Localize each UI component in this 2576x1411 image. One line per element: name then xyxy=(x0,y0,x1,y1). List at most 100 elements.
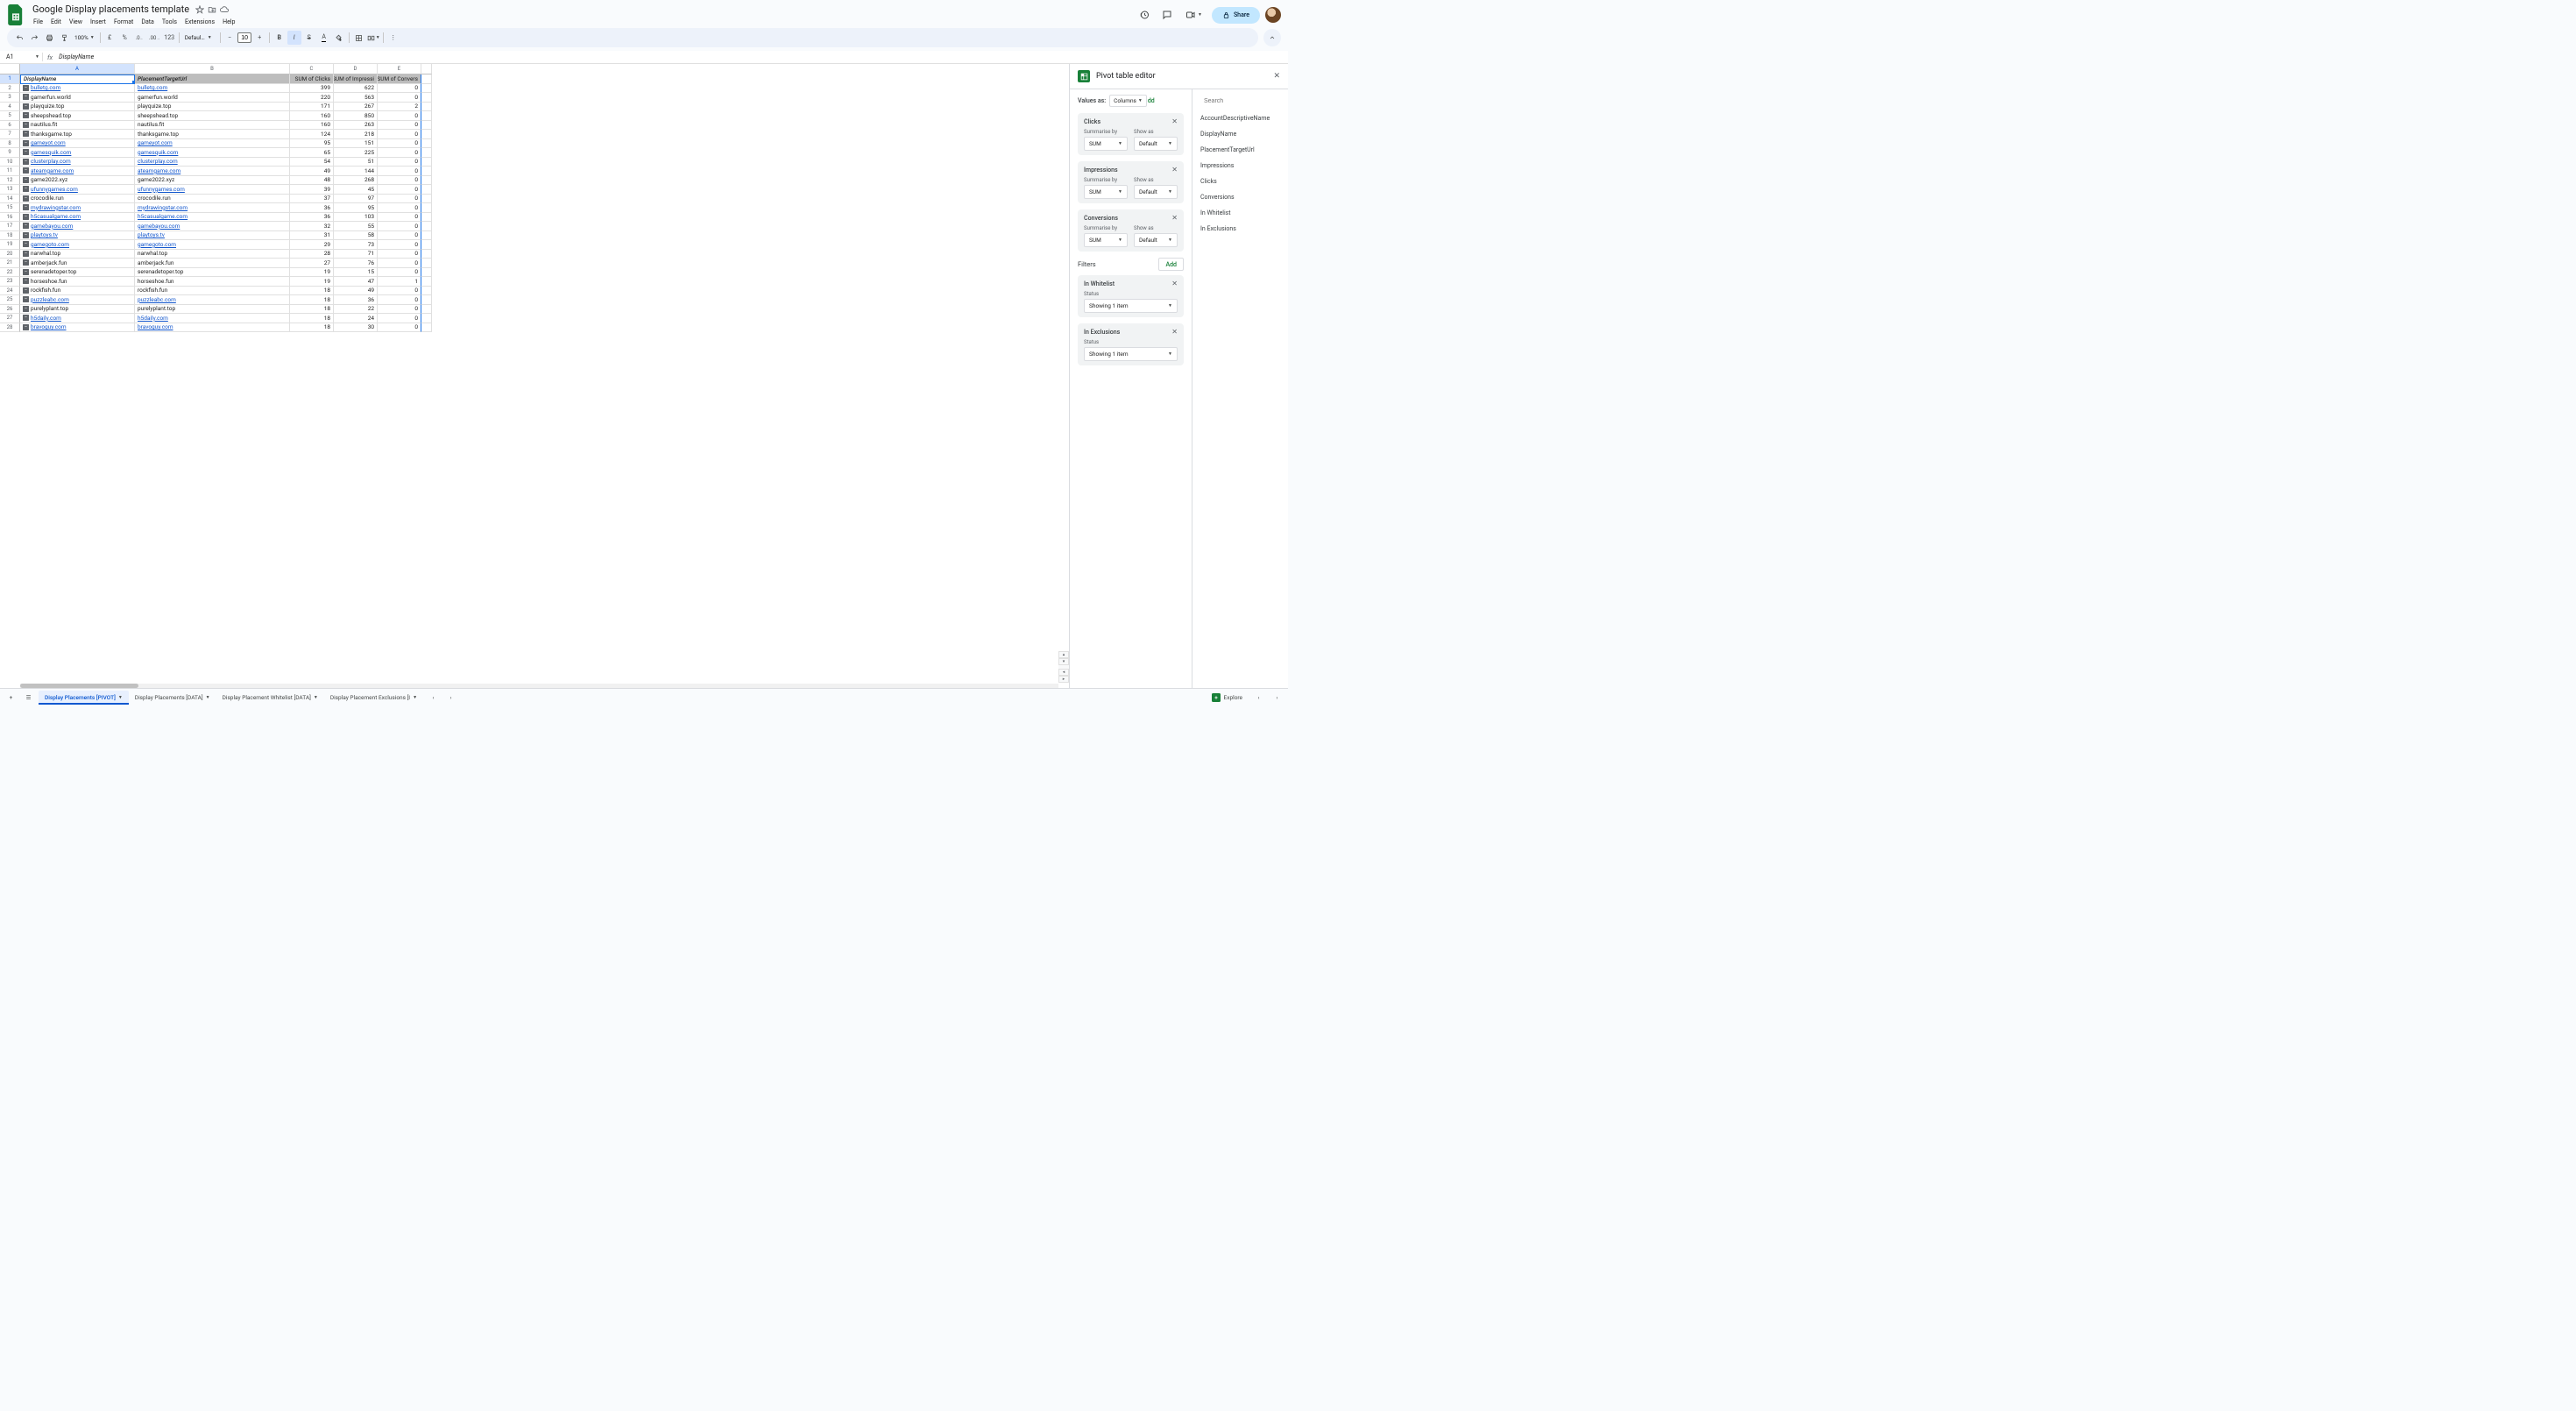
collapse-icon[interactable]: − xyxy=(23,159,29,165)
row-header[interactable]: 6 xyxy=(0,121,20,131)
cloud-icon[interactable] xyxy=(220,5,229,14)
collapse-icon[interactable]: − xyxy=(23,112,29,118)
cell[interactable]: 144 xyxy=(334,167,378,176)
field-item[interactable]: Clicks xyxy=(1199,174,1282,189)
collapse-icon[interactable]: − xyxy=(23,122,29,128)
cell[interactable]: 37 xyxy=(290,195,334,204)
add-values-link[interactable]: dd xyxy=(1148,97,1155,104)
cell[interactable]: −h5daily.com xyxy=(20,314,135,323)
cell[interactable]: narwhal.top xyxy=(135,250,290,259)
row-header[interactable]: 12 xyxy=(0,176,20,186)
grid[interactable]: ABCDE1DisplayNamePlacementTargetUrlSUM o… xyxy=(0,64,1069,688)
row-header[interactable]: 21 xyxy=(0,259,20,268)
cell[interactable]: 622 xyxy=(334,84,378,94)
sheet-tab-menu-icon[interactable]: ▼ xyxy=(314,695,318,700)
decrease-decimal-button[interactable]: .0← xyxy=(132,31,146,45)
menu-tools[interactable]: Tools xyxy=(159,17,180,27)
show-as-select[interactable]: Default▼ xyxy=(1134,137,1178,151)
menu-format[interactable]: Format xyxy=(110,17,137,27)
cell[interactable]: 58 xyxy=(334,231,378,241)
collapse-icon[interactable]: − xyxy=(23,278,29,284)
cell[interactable]: mydrawingstar.com xyxy=(135,203,290,213)
cell[interactable]: −purelyplant.top xyxy=(20,305,135,315)
tabs-scroll-right[interactable]: › xyxy=(443,690,458,705)
cell[interactable]: 0 xyxy=(378,203,421,213)
cell-A1[interactable]: DisplayName xyxy=(20,74,135,84)
print-button[interactable] xyxy=(42,31,56,45)
cell[interactable]: 18 xyxy=(290,295,334,305)
row-header[interactable]: 27 xyxy=(0,314,20,323)
cell[interactable]: −gamesquik.com xyxy=(20,148,135,158)
cell[interactable]: SUM of Impressi xyxy=(334,74,378,84)
cell[interactable]: 36 xyxy=(290,213,334,223)
cell[interactable]: 0 xyxy=(378,185,421,195)
cell[interactable]: 48 xyxy=(290,176,334,186)
remove-chip-icon[interactable]: ✕ xyxy=(1171,166,1178,174)
cell[interactable]: bulletg.com xyxy=(135,84,290,94)
zoom-select[interactable]: 100%▼ xyxy=(72,34,97,41)
sheets-logo[interactable] xyxy=(7,4,25,26)
row-header[interactable]: 17 xyxy=(0,222,20,231)
cell[interactable]: −puzzleabc.com xyxy=(20,295,135,305)
cell[interactable]: 103 xyxy=(334,213,378,223)
row-header[interactable]: 13 xyxy=(0,185,20,195)
cell[interactable]: 97 xyxy=(334,195,378,204)
cell[interactable]: gamebayou.com xyxy=(135,222,290,231)
cell[interactable]: 263 xyxy=(334,121,378,131)
cell[interactable]: 18 xyxy=(290,305,334,315)
percent-button[interactable]: % xyxy=(117,31,131,45)
menu-data[interactable]: Data xyxy=(138,17,158,27)
history-icon[interactable] xyxy=(1136,6,1153,24)
cell[interactable]: 0 xyxy=(378,250,421,259)
sheet-tab-menu-icon[interactable]: ▼ xyxy=(206,695,210,700)
meet-button[interactable]: ▼ xyxy=(1181,6,1207,24)
row-header[interactable]: 19 xyxy=(0,240,20,250)
status-select[interactable]: Showing 1 item▼ xyxy=(1084,347,1178,361)
col-header-B[interactable]: B xyxy=(135,64,290,74)
values-as-select[interactable]: Columns▼ xyxy=(1109,95,1147,107)
strikethrough-button[interactable]: S xyxy=(302,31,316,45)
cell[interactable]: SUM of Convers xyxy=(378,74,421,84)
col-header-A[interactable]: A xyxy=(20,64,135,74)
row-header[interactable]: 8 xyxy=(0,139,20,149)
horizontal-scrollbar[interactable] xyxy=(20,684,1058,688)
field-item[interactable]: Impressions xyxy=(1199,158,1282,174)
sheet-tab[interactable]: Display Placement Exclusions [I▼ xyxy=(324,691,423,705)
cell[interactable]: −bulletg.com xyxy=(20,84,135,94)
scroll-down-icon[interactable]: ▾ xyxy=(1058,658,1069,665)
cell[interactable]: −playquize.top xyxy=(20,103,135,112)
cell[interactable]: game2022.xyz xyxy=(135,176,290,186)
collapse-icon[interactable]: − xyxy=(23,315,29,321)
cell[interactable]: 51 xyxy=(334,158,378,167)
cell[interactable]: gamesquik.com xyxy=(135,148,290,158)
sheet-tab-menu-icon[interactable]: ▼ xyxy=(118,695,123,700)
cell[interactable]: 32 xyxy=(290,222,334,231)
cell[interactable]: 225 xyxy=(334,148,378,158)
cell[interactable]: −gamerfun.world xyxy=(20,93,135,103)
collapse-icon[interactable]: − xyxy=(23,195,29,202)
cell[interactable]: SUM of Clicks xyxy=(290,74,334,84)
cell[interactable]: rockfish.fun xyxy=(135,287,290,296)
menu-extensions[interactable]: Extensions xyxy=(181,17,218,27)
text-color-button[interactable]: A xyxy=(317,31,331,45)
row-header[interactable]: 4 xyxy=(0,103,20,112)
row-header[interactable]: 28 xyxy=(0,323,20,333)
cell[interactable]: 0 xyxy=(378,130,421,139)
cell[interactable]: 19 xyxy=(290,277,334,287)
cell[interactable]: 18 xyxy=(290,314,334,323)
formula-input[interactable]: DisplayName xyxy=(57,53,1284,61)
cell[interactable]: −rockfish.fun xyxy=(20,287,135,296)
cell[interactable]: 0 xyxy=(378,158,421,167)
collapse-icon[interactable]: − xyxy=(23,140,29,146)
menu-file[interactable]: File xyxy=(30,17,46,27)
cell[interactable]: sheepshead.top xyxy=(135,111,290,121)
currency-button[interactable]: £ xyxy=(103,31,117,45)
font-size-input[interactable] xyxy=(237,32,251,43)
menu-view[interactable]: View xyxy=(66,17,86,27)
sheet-tab[interactable]: Display Placement Whitelist [DATA]▼ xyxy=(216,691,324,705)
col-header-E[interactable]: E xyxy=(378,64,421,74)
cell[interactable]: −mydrawingstar.com xyxy=(20,203,135,213)
col-header-C[interactable]: C xyxy=(290,64,334,74)
cell[interactable]: gamerfun.world xyxy=(135,93,290,103)
cell[interactable]: 95 xyxy=(290,139,334,149)
